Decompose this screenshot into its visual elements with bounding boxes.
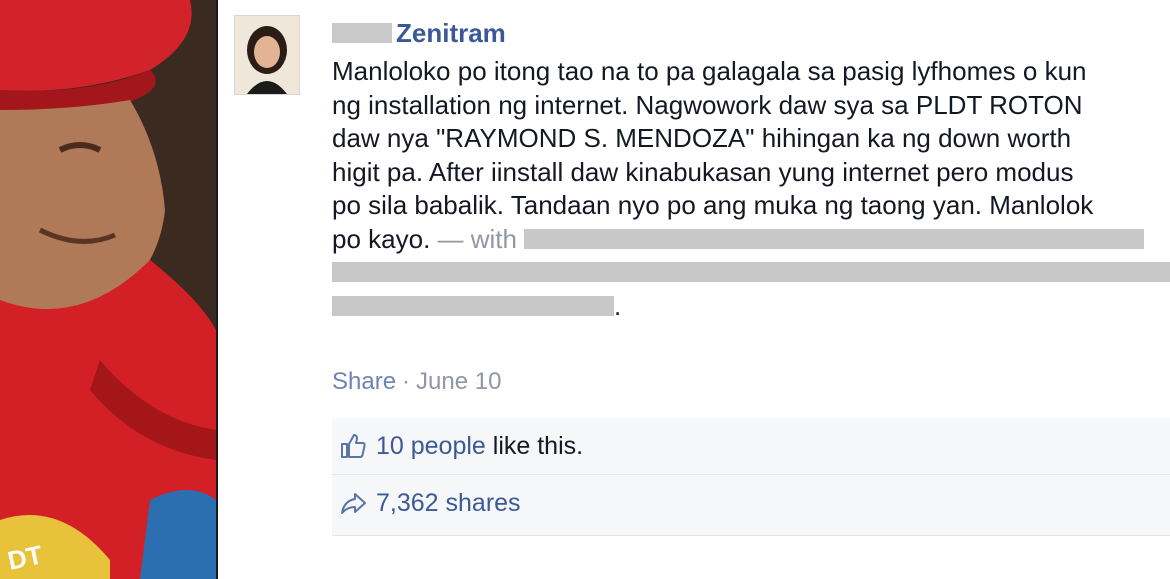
tagged-people-redacted[interactable] [332,262,1170,283]
post-date[interactable]: June 10 [416,368,501,396]
author-name-link[interactable]: Zenitram [396,18,506,49]
post-text-line: Manloloko po itong tao na to pa galagala… [332,56,1087,86]
meta-separator: · [402,368,411,395]
ufi-box: 10 people like this. 7,362 shares [332,418,1170,536]
tagged-people-redacted[interactable] [332,295,614,316]
post-text-line-tags: . [332,290,1170,324]
post-text-line: higit pa. After iinstall daw kinabukasan… [332,156,1074,187]
thumbs-up-icon [338,431,368,461]
post-text-line-with-tags: po kayo. — with [332,223,1170,257]
likes-suffix: like this. [485,431,584,460]
photo-divider [216,0,218,579]
post-text-line: daw nya "RAYMOND S. MENDOZA" hihingan ka… [332,123,1072,153]
likes-row: 10 people like this. [332,418,1170,475]
shares-row: 7,362 shares [332,475,1170,531]
author-first-name-redacted [332,23,392,43]
with-tags-prefix: — with [437,223,517,254]
avatar-image [235,16,299,94]
shares-count-link[interactable]: 7,362 shares [376,489,521,518]
post-text-line-tags [332,256,1170,290]
post-meta: Share · June 10 [332,368,501,396]
share-arrow-icon [338,488,368,518]
post-end-period: . [614,290,622,321]
post-text-line: ng installation ng internet. Nagwowork d… [332,89,1083,120]
post-text-fragment: po kayo. [332,223,431,254]
post-author[interactable]: Zenitram [332,16,506,50]
post-text-line: po sila babalik. Tandaan nyo po ang muka… [332,190,1094,220]
author-avatar[interactable] [234,15,300,95]
tagged-people-redacted[interactable] [524,228,1145,249]
share-link[interactable]: Share [332,368,396,396]
post-body: Manloloko po itong tao na to pa galagala… [332,55,1170,323]
likes-count-link[interactable]: 10 people [376,432,486,461]
post-photo[interactable]: DT [0,0,216,579]
photo-image: DT [0,0,216,579]
